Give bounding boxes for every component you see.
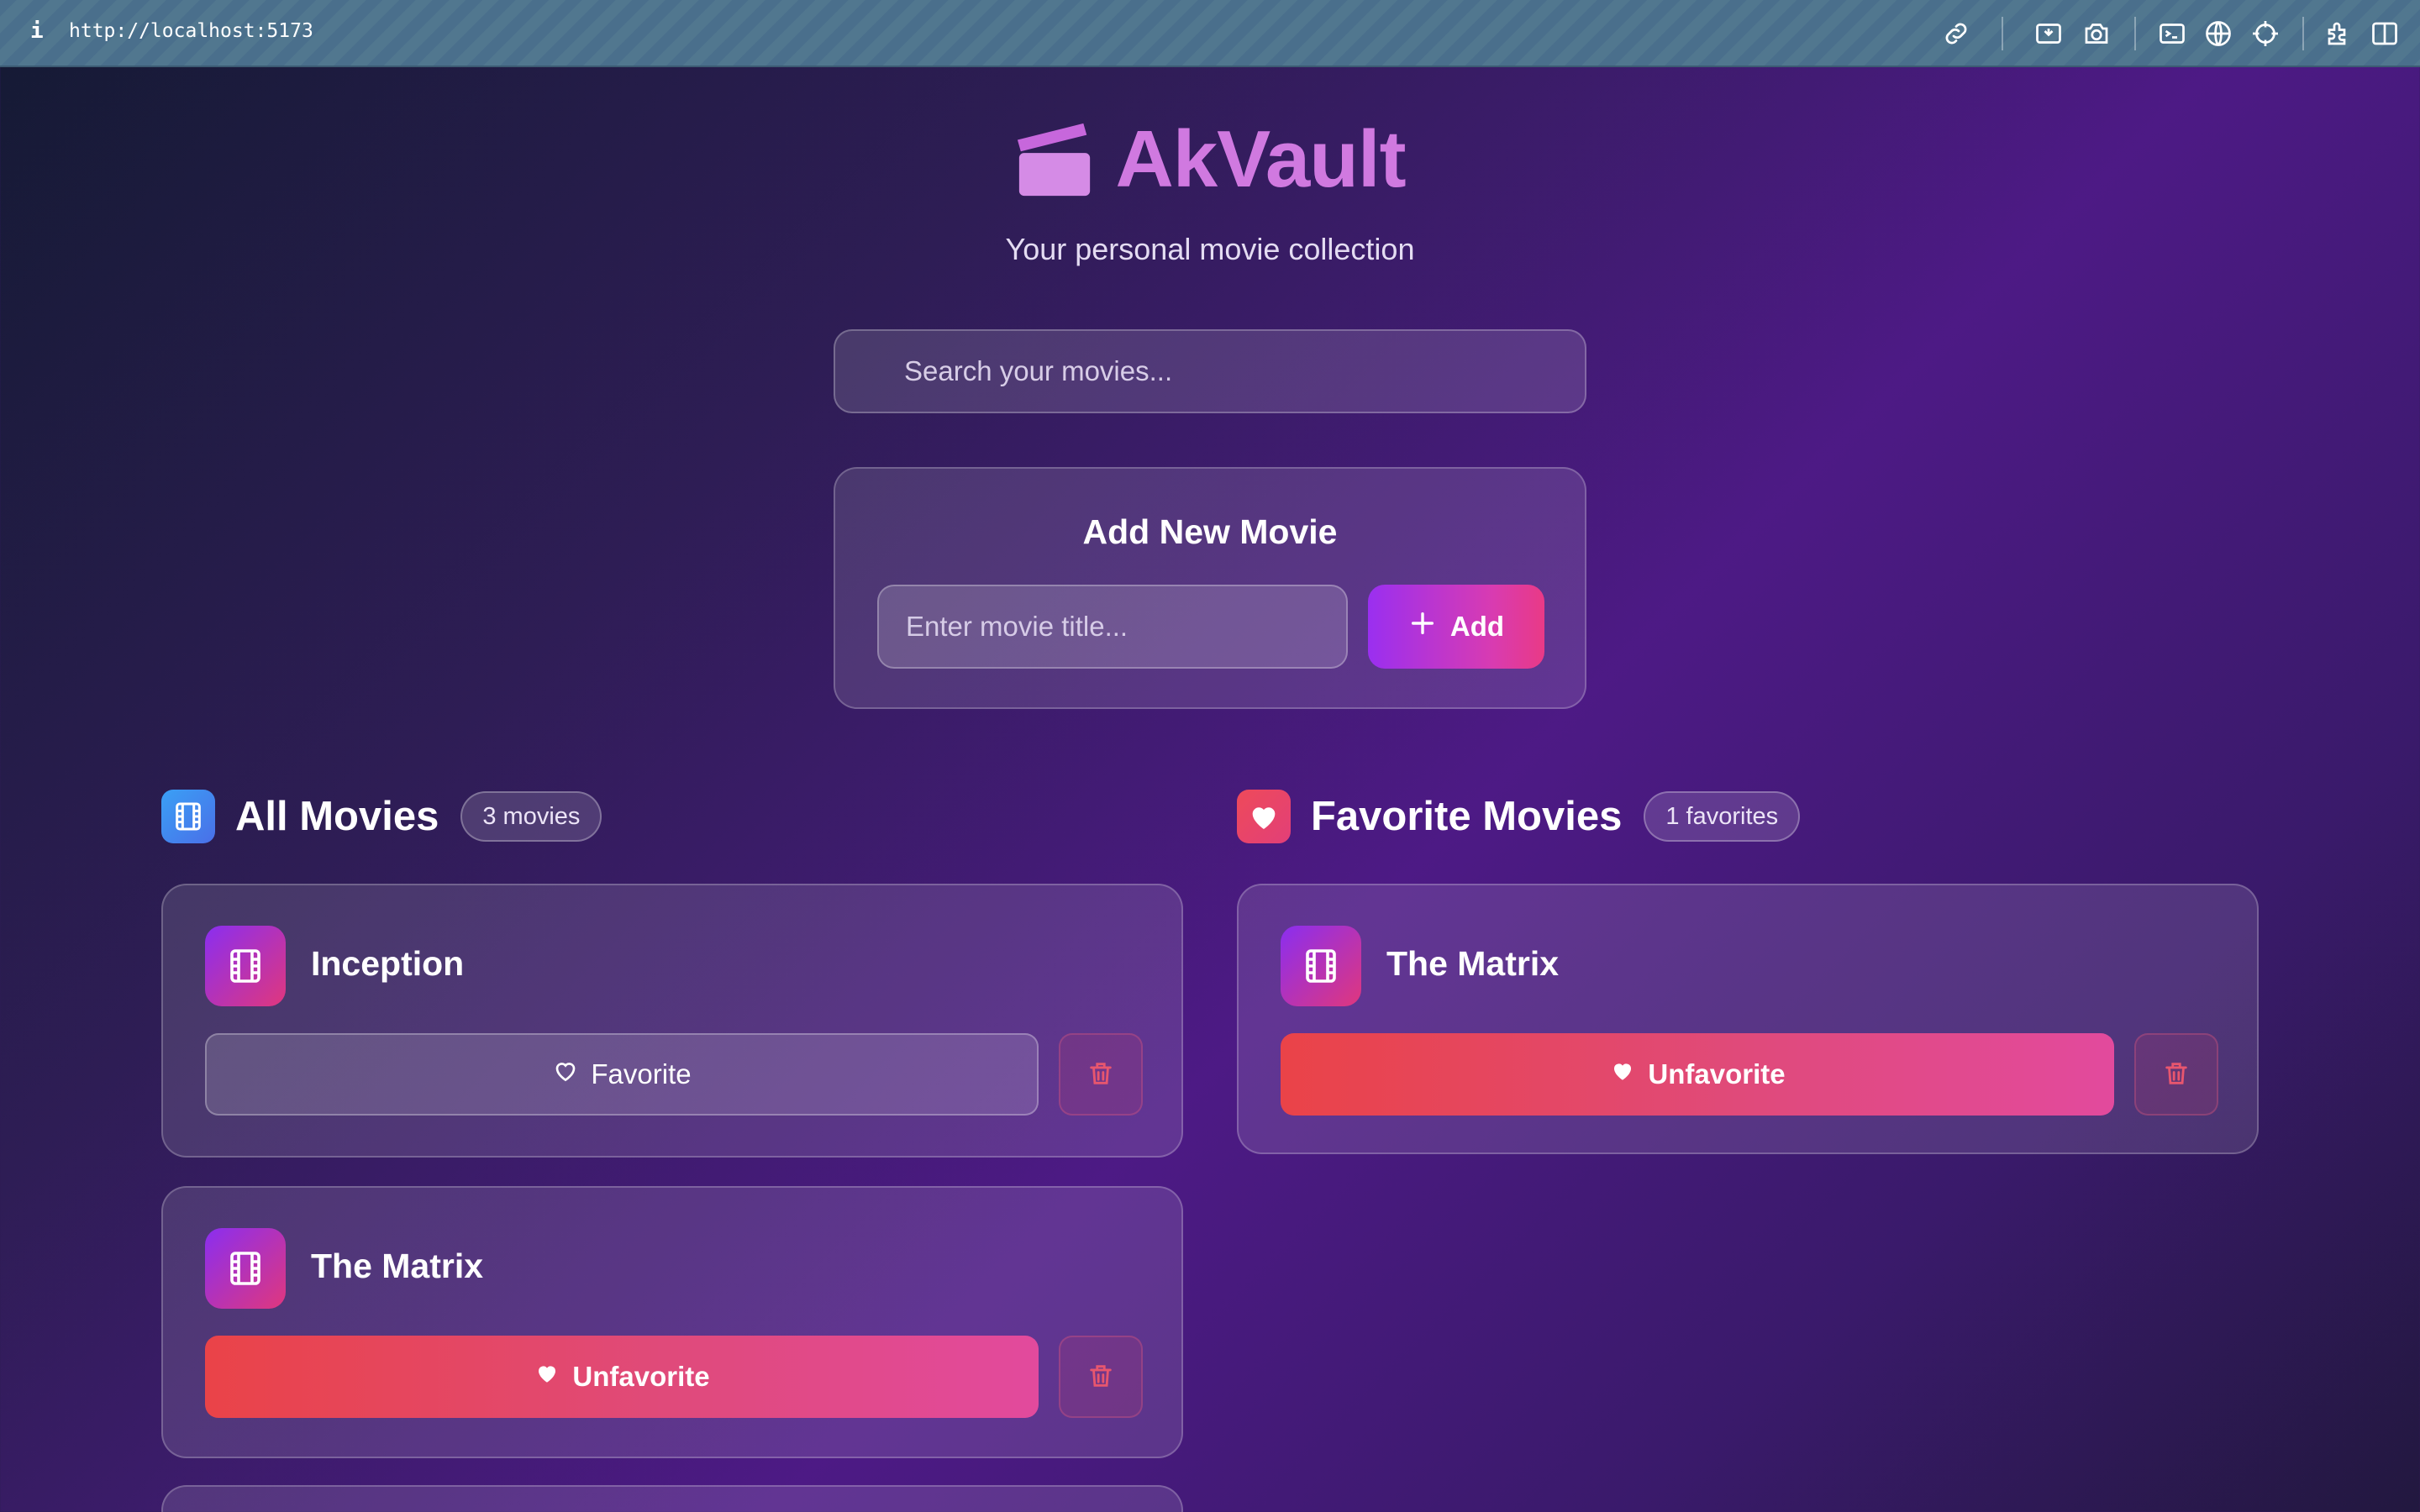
- terminal-icon[interactable]: [2157, 18, 2187, 49]
- toolbar-divider: [2002, 17, 2003, 50]
- film-icon: [205, 926, 286, 1006]
- film-icon: [161, 790, 215, 843]
- movie-title: The Matrix: [311, 1247, 484, 1285]
- film-icon: [205, 1228, 286, 1309]
- heart-icon: [534, 1360, 560, 1394]
- favorite-movies-title: Favorite Movies: [1311, 794, 1623, 839]
- heart-icon: [1609, 1058, 1636, 1091]
- plus-icon: [1408, 609, 1437, 644]
- add-movie-button[interactable]: Add: [1368, 585, 1544, 669]
- unfavorite-button[interactable]: Unfavorite: [1281, 1033, 2114, 1116]
- site-info-icon[interactable]: i: [30, 18, 44, 44]
- globe-icon[interactable]: [2203, 18, 2233, 49]
- movie-card: Inception Favorite: [161, 884, 1183, 1158]
- trash-icon: [1086, 1362, 1115, 1393]
- favorite-button[interactable]: Favorite: [205, 1033, 1039, 1116]
- add-movie-panel: Add New Movie Add: [834, 467, 1586, 709]
- camera-icon[interactable]: [2081, 18, 2112, 49]
- extensions-icon[interactable]: [2324, 18, 2354, 49]
- crosshair-icon[interactable]: [2250, 18, 2281, 49]
- movie-title: The Matrix: [1386, 944, 1560, 983]
- delete-button[interactable]: [2134, 1033, 2218, 1116]
- app-header: AkVault: [0, 113, 2420, 206]
- toolbar-divider: [2134, 17, 2136, 50]
- movie-card: The Matrix Unfavorite: [161, 1186, 1183, 1458]
- heart-icon: [1237, 790, 1291, 843]
- heart-outline-icon: [552, 1058, 579, 1091]
- unfavorite-button[interactable]: Unfavorite: [205, 1336, 1039, 1418]
- movie-card: [161, 1485, 1183, 1512]
- favorites-count-badge: 1 favorites: [1644, 791, 1801, 842]
- film-icon: [1281, 926, 1361, 1006]
- movie-count-badge: 3 movies: [460, 791, 602, 842]
- toolbar-divider: [2302, 17, 2304, 50]
- app-title: AkVault: [1115, 114, 1406, 204]
- trash-icon: [2162, 1059, 2191, 1090]
- link-icon[interactable]: [1941, 18, 1971, 49]
- browser-toolbar: i http://localhost:5173: [0, 0, 2420, 67]
- favorite-button-label: Favorite: [591, 1058, 692, 1089]
- add-movie-heading: Add New Movie: [1082, 512, 1338, 551]
- unfavorite-button-label: Unfavorite: [572, 1361, 710, 1392]
- movie-title: Inception: [311, 944, 465, 983]
- favorite-movie-card: The Matrix Unfavorite: [1237, 884, 2259, 1154]
- unfavorite-button-label: Unfavorite: [1648, 1058, 1786, 1089]
- address-bar[interactable]: http://localhost:5173: [69, 20, 313, 42]
- clapperboard-icon: [1014, 118, 1097, 201]
- search-input[interactable]: [834, 329, 1586, 413]
- movie-title-input[interactable]: [877, 585, 1348, 669]
- delete-button[interactable]: [1059, 1336, 1143, 1418]
- all-movies-title: All Movies: [235, 794, 439, 839]
- add-button-label: Add: [1449, 611, 1505, 642]
- sidebar-toggle-icon[interactable]: [2370, 18, 2400, 49]
- app-subtitle: Your personal movie collection: [1005, 232, 1415, 266]
- favorite-movies-header: Favorite Movies 1 favorites: [1237, 790, 1801, 843]
- screenshot-region-icon[interactable]: [2033, 18, 2064, 49]
- brand: AkVault: [1014, 113, 1407, 206]
- all-movies-header: All Movies 3 movies: [161, 790, 602, 843]
- trash-icon: [1086, 1059, 1115, 1090]
- delete-button[interactable]: [1059, 1033, 1143, 1116]
